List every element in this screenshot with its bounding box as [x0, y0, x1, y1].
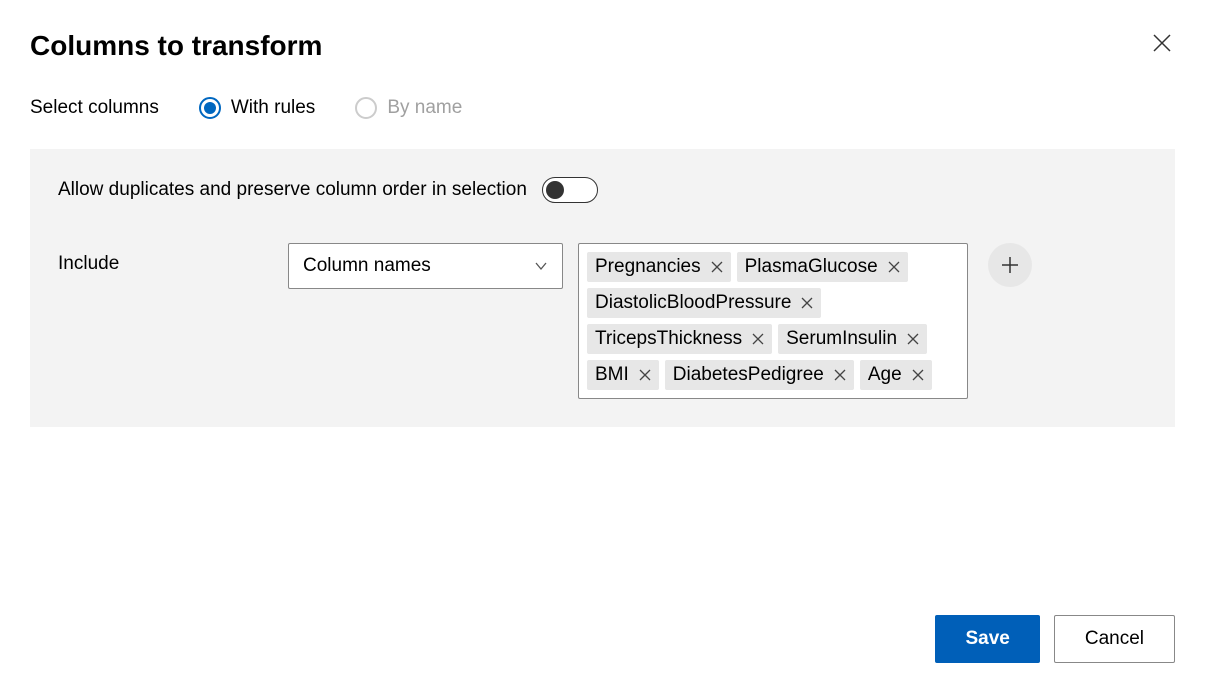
remove-tag-icon[interactable] — [801, 297, 813, 309]
column-tag-label: TricepsThickness — [595, 328, 742, 350]
cancel-button[interactable]: Cancel — [1054, 615, 1175, 663]
close-icon[interactable] — [1149, 30, 1175, 60]
include-row: Include Column names Pregnancies PlasmaGl… — [58, 243, 1147, 399]
dropdown-value: Column names — [303, 255, 431, 277]
column-tag: PlasmaGlucose — [737, 252, 908, 282]
radio-with-rules-label: With rules — [231, 97, 315, 119]
include-label: Include — [58, 243, 273, 275]
remove-tag-icon[interactable] — [711, 261, 723, 273]
column-names-dropdown[interactable]: Column names — [288, 243, 563, 289]
column-tag: BMI — [587, 360, 659, 390]
column-tag: Age — [860, 360, 932, 390]
remove-tag-icon[interactable] — [912, 369, 924, 381]
column-tag: SerumInsulin — [778, 324, 927, 354]
rules-panel: Allow duplicates and preserve column ord… — [30, 149, 1175, 427]
column-tag-label: DiabetesPedigree — [673, 364, 824, 386]
remove-tag-icon[interactable] — [639, 369, 651, 381]
column-tag-label: BMI — [595, 364, 629, 386]
radio-with-rules[interactable]: With rules — [199, 97, 315, 119]
allow-duplicates-toggle[interactable] — [542, 177, 598, 203]
column-tag-label: PlasmaGlucose — [745, 256, 878, 278]
column-tag-label: Age — [868, 364, 902, 386]
radio-by-name-label: By name — [387, 97, 462, 119]
select-columns-row: Select columns With rules By name — [30, 97, 1175, 119]
chevron-down-icon — [534, 259, 548, 273]
column-tag: TricepsThickness — [587, 324, 772, 354]
column-tag-label: Pregnancies — [595, 256, 701, 278]
remove-tag-icon[interactable] — [752, 333, 764, 345]
remove-tag-icon[interactable] — [907, 333, 919, 345]
column-tag: DiabetesPedigree — [665, 360, 854, 390]
column-tag: Pregnancies — [587, 252, 731, 282]
save-button[interactable]: Save — [935, 615, 1039, 663]
radio-circle-icon — [355, 97, 377, 119]
remove-tag-icon[interactable] — [888, 261, 900, 273]
selected-columns-box[interactable]: Pregnancies PlasmaGlucose DiastolicBloodPr… — [578, 243, 968, 399]
column-tag: DiastolicBloodPressure — [587, 288, 821, 318]
dialog-title: Columns to transform — [30, 30, 322, 62]
toggle-knob-icon — [546, 181, 564, 199]
column-tag-label: DiastolicBloodPressure — [595, 292, 791, 314]
select-columns-label: Select columns — [30, 97, 159, 119]
toggle-row: Allow duplicates and preserve column ord… — [58, 177, 1147, 203]
dialog-footer: Save Cancel — [935, 615, 1175, 663]
radio-by-name[interactable]: By name — [355, 97, 462, 119]
radio-circle-icon — [199, 97, 221, 119]
column-tag-label: SerumInsulin — [786, 328, 897, 350]
remove-tag-icon[interactable] — [834, 369, 846, 381]
allow-duplicates-label: Allow duplicates and preserve column ord… — [58, 179, 527, 201]
plus-icon — [1000, 255, 1020, 275]
add-rule-button[interactable] — [988, 243, 1032, 287]
